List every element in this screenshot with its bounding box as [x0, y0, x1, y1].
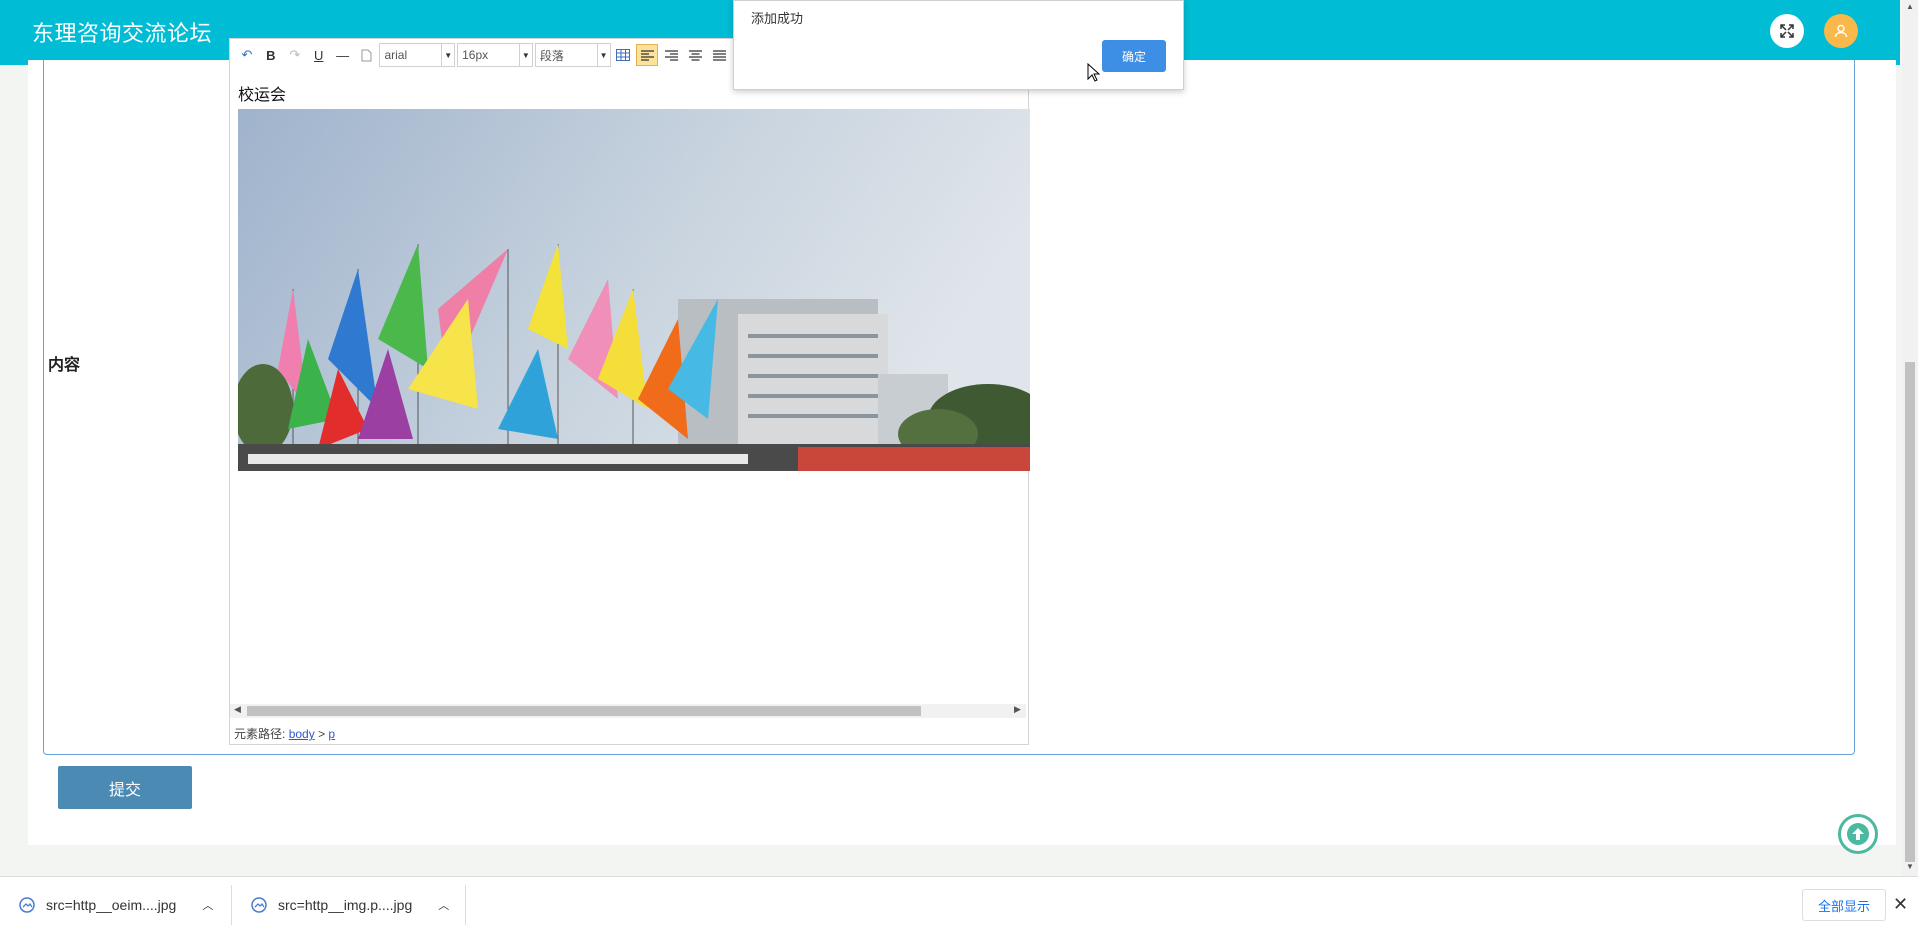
align-right-icon [664, 49, 678, 61]
align-center-button[interactable] [684, 44, 706, 66]
chevron-up-icon[interactable]: ︿ [438, 897, 449, 913]
success-dialog: 添加成功 确定 [733, 0, 1184, 90]
image-file-icon [251, 897, 267, 913]
align-left-icon [640, 49, 654, 61]
scrollbar-thumb[interactable] [247, 706, 921, 716]
submit-button[interactable]: 提交 [58, 766, 192, 809]
user-icon [1834, 24, 1848, 38]
path-body-link[interactable]: body [289, 727, 315, 741]
scroll-down-icon[interactable]: ▼ [1906, 862, 1914, 871]
editor-horizontal-scrollbar[interactable]: ◀ ▶ [230, 704, 1026, 718]
page-scrollbar-thumb[interactable] [1905, 362, 1915, 862]
download-filename: src=http__oeim....jpg [46, 897, 177, 913]
scroll-right-icon[interactable]: ▶ [1014, 704, 1021, 715]
undo-button[interactable]: ↶ [236, 44, 258, 66]
font-family-select[interactable]: arial ▼ [379, 43, 456, 67]
redo-button[interactable]: ↷ [284, 44, 306, 66]
font-size-value: 16px [462, 48, 489, 62]
dropdown-arrow-icon: ▼ [441, 44, 452, 66]
page-vertical-scrollbar[interactable]: ▲ ▼ [1902, 0, 1918, 876]
editor-body[interactable]: 校运会 [238, 81, 286, 105]
sports-meet-photo[interactable] [238, 109, 1030, 471]
align-right-button[interactable] [660, 44, 682, 66]
download-item[interactable]: src=http__img.p....jpg ︿ [250, 877, 466, 933]
scroll-up-icon[interactable]: ▲ [1906, 2, 1914, 11]
site-title: 东理咨询交流论坛 [32, 22, 213, 47]
editor-paragraph[interactable]: 校运会 [238, 81, 286, 105]
image-file-icon [19, 897, 35, 913]
dropdown-arrow-icon: ▼ [518, 44, 530, 66]
content-field-label: 内容 [48, 357, 81, 374]
table-icon [616, 49, 631, 61]
table-button[interactable] [613, 44, 635, 66]
paragraph-value: 段落 [539, 48, 564, 63]
rich-text-editor[interactable]: ↶ B ↷ U — arial ▼ 16px ▼ 段落 ▼ 校运会 ◀ ▶ 元素… [229, 38, 1030, 745]
page-icon[interactable] [356, 44, 378, 66]
align-justify-button[interactable] [708, 44, 730, 66]
chevron-up-icon[interactable]: ︿ [202, 897, 213, 913]
paragraph-select[interactable]: 段落 ▼ [534, 43, 611, 67]
dialog-ok-button[interactable]: 确定 [1102, 40, 1166, 72]
align-left-button[interactable] [636, 44, 659, 66]
font-size-select[interactable]: 16px ▼ [457, 43, 533, 67]
mouse-cursor-icon [1087, 63, 1101, 82]
scroll-left-icon[interactable]: ◀ [234, 704, 241, 715]
arrow-up-icon [1847, 823, 1869, 845]
dialog-message: 添加成功 [751, 11, 804, 26]
align-center-icon [688, 49, 702, 61]
close-icon[interactable]: ✕ [1893, 894, 1908, 915]
bold-button[interactable]: B [260, 44, 282, 66]
horizontal-rule-button[interactable]: — [332, 44, 354, 66]
download-bar: src=http__oeim....jpg ︿ src=http__img.p.… [0, 876, 1918, 933]
path-separator: > [318, 727, 326, 741]
fullscreen-button[interactable] [1770, 14, 1804, 48]
editor-toolbar: ↶ B ↷ U — arial ▼ 16px ▼ 段落 ▼ [230, 39, 730, 71]
user-avatar-button[interactable] [1824, 14, 1858, 48]
element-path-label: 元素路径: [234, 727, 286, 741]
dropdown-arrow-icon: ▼ [596, 44, 608, 66]
font-family-value: arial [384, 48, 408, 62]
download-item[interactable]: src=http__oeim....jpg ︿ [18, 877, 232, 933]
path-p-link[interactable]: p [328, 727, 335, 741]
align-justify-icon [712, 49, 726, 61]
expand-icon [1780, 24, 1794, 38]
element-path: 元素路径: body > p [234, 725, 335, 742]
download-filename: src=http__img.p....jpg [278, 897, 413, 913]
show-all-downloads-button[interactable]: 全部显示 [1802, 889, 1886, 921]
underline-button[interactable]: U [308, 44, 330, 66]
back-to-top-button[interactable] [1838, 814, 1878, 854]
